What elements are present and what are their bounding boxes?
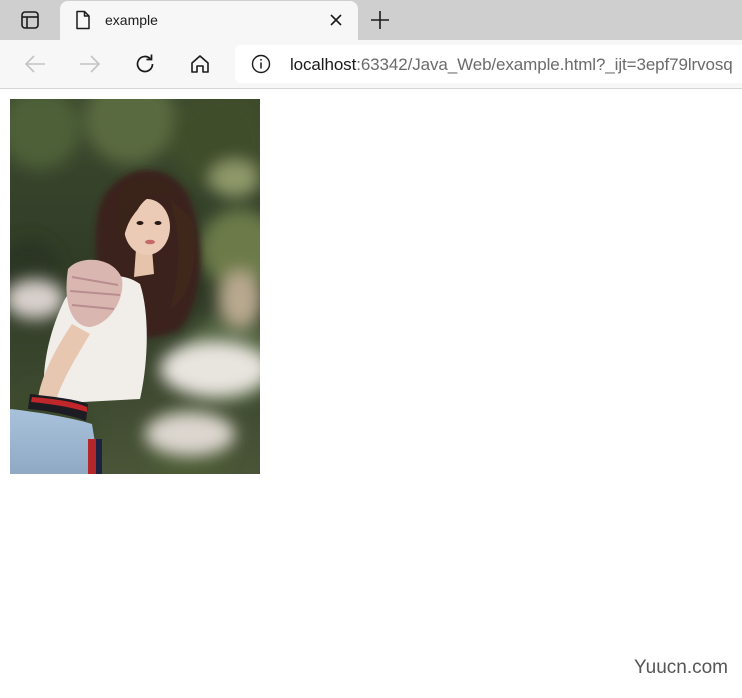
tab-example[interactable]: example <box>60 1 358 40</box>
reload-icon <box>136 54 154 73</box>
address-bar[interactable]: localhost:63342/Java_Web/example.html?_i… <box>235 45 742 83</box>
forward-button[interactable] <box>75 50 105 78</box>
browser-toolbar: localhost:63342/Java_Web/example.html?_i… <box>0 40 742 89</box>
close-icon <box>330 14 342 26</box>
watermark: Yuucn.com <box>634 657 728 678</box>
tab-title: example <box>105 12 158 28</box>
document-icon <box>76 10 90 30</box>
new-tab-button[interactable] <box>366 6 394 34</box>
back-arrow-icon <box>24 55 45 73</box>
tab-close-button[interactable] <box>324 8 348 32</box>
portrait-photo <box>10 99 260 474</box>
tab-strip: example <box>0 0 742 40</box>
home-icon <box>191 55 209 73</box>
reload-button[interactable] <box>130 50 160 78</box>
url-path: :63342/Java_Web/example.html?_ijt=3epf79… <box>356 55 733 74</box>
info-icon[interactable] <box>251 54 271 74</box>
url-host: localhost <box>290 55 357 74</box>
photo-image <box>10 99 260 474</box>
tab-actions-button[interactable] <box>10 6 50 34</box>
forward-arrow-icon <box>80 55 101 73</box>
home-button[interactable] <box>185 50 215 78</box>
url-text[interactable]: localhost:63342/Java_Web/example.html?_i… <box>290 55 733 75</box>
plus-icon <box>371 11 389 29</box>
back-button[interactable] <box>20 50 50 78</box>
tab-actions-icon <box>21 11 39 29</box>
